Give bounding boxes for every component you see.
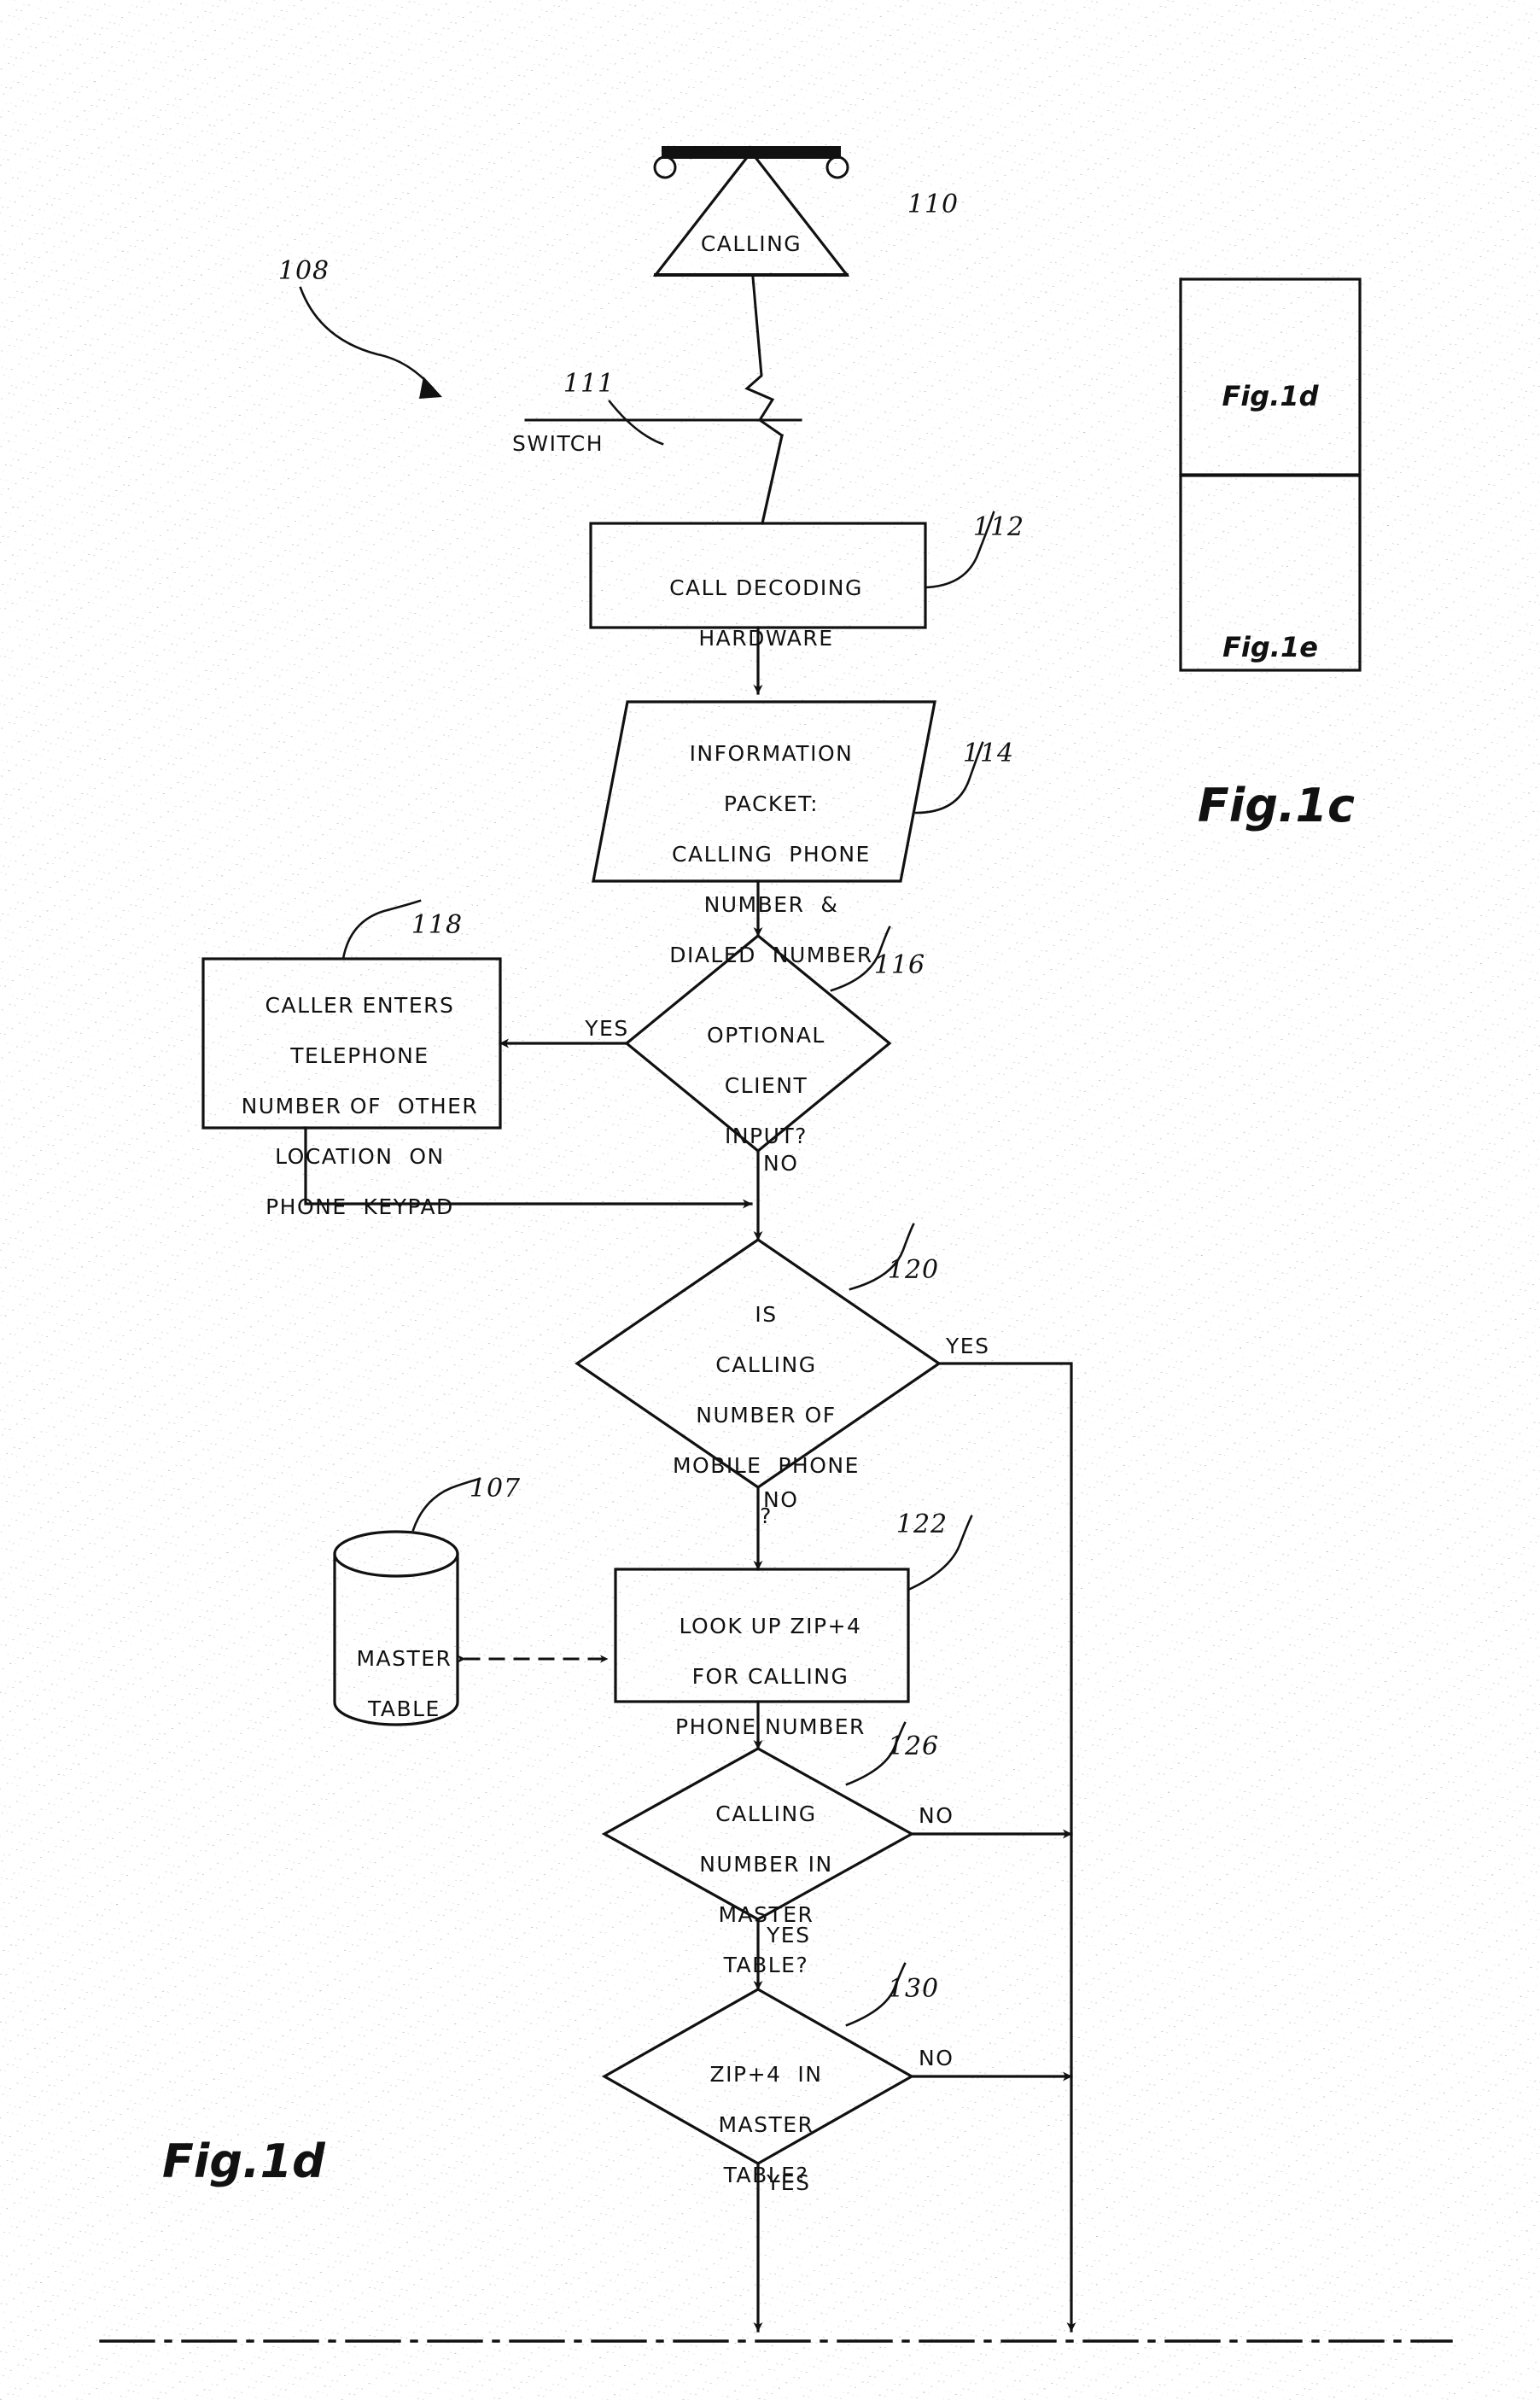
switch-to-decoding-line: [761, 434, 784, 525]
calling-to-switch-connector: [744, 276, 785, 438]
leader-112: [924, 511, 995, 589]
leader-120: [849, 1223, 915, 1291]
look-up-zip-box: [614, 1568, 910, 1703]
calling-antenna-shape: [652, 146, 850, 277]
caller-enters-box: [201, 957, 502, 1130]
leader-111: [608, 400, 664, 446]
leader-108: [299, 286, 439, 395]
key-box-fig1e: [1179, 474, 1362, 672]
leader-122: [907, 1515, 973, 1591]
is-mobile-phone-diamond: [575, 1238, 942, 1489]
master-table-cylinder: [333, 1530, 459, 1726]
edge-mobile-yes: [937, 1362, 1076, 2333]
call-decoding-hardware-box: [589, 522, 927, 629]
leader-130: [845, 1962, 907, 2027]
information-packet-parallelogram: [592, 700, 936, 883]
leader-118: [341, 899, 422, 961]
edge-caller-enters-return: [304, 1126, 753, 1209]
key-box-fig1d: [1179, 277, 1362, 476]
optional-client-input-diamond: [624, 933, 892, 1153]
leader-126: [845, 1721, 907, 1786]
leader-116: [830, 926, 891, 992]
flowchart-canvas: [99, 146, 1453, 2343]
leader-107: [411, 1477, 481, 1532]
calling-number-in-table-diamond: [601, 1747, 915, 1921]
